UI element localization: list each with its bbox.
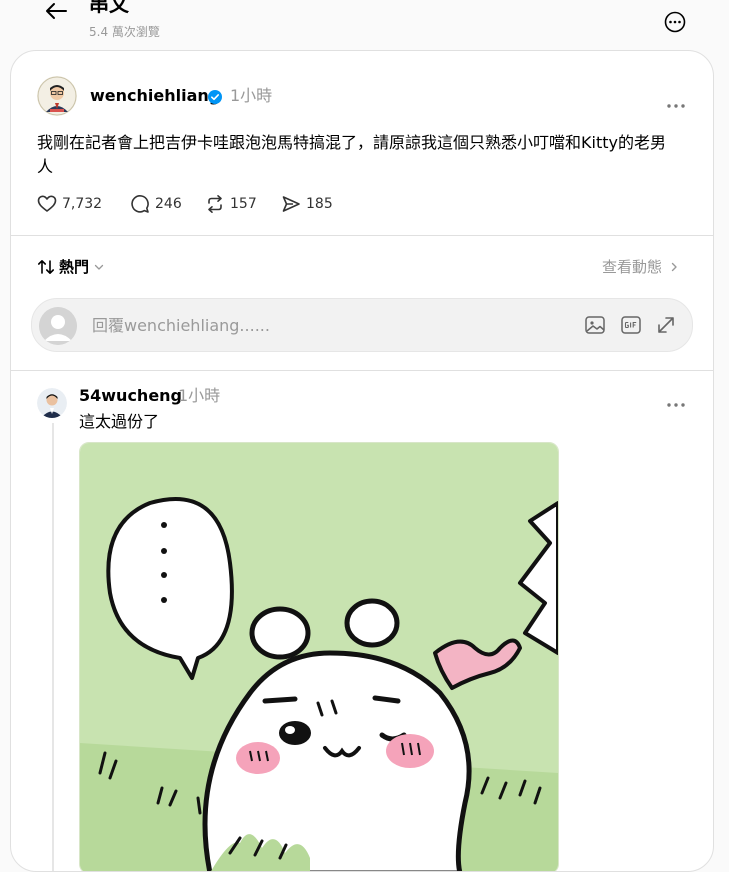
author-avatar[interactable] [37, 76, 77, 116]
post-text: 我剛在記者會上把吉伊卡哇跟泡泡馬特搞混了，請原諒我這個只熟悉小叮噹和Kitty的… [37, 133, 666, 176]
chevron-right-icon [671, 262, 677, 271]
like-count: 7,732 [62, 196, 103, 212]
user-avatar [39, 307, 77, 345]
comment-count: 246 [155, 196, 182, 212]
commenter-username[interactable]: 54wucheng [79, 385, 182, 407]
activity-label: 查看動態 [602, 258, 663, 276]
back-arrow-icon[interactable] [42, 0, 70, 24]
sort-icon [38, 259, 54, 274]
expand-icon[interactable] [655, 314, 677, 336]
sort-label: 熱門 [59, 258, 90, 276]
comment-more-icon[interactable] [666, 393, 686, 407]
page-title: 串文 [89, 0, 129, 16]
gif-icon[interactable] [620, 314, 642, 336]
view-count: 5.4 萬次瀏覽 [89, 25, 160, 39]
post-more-icon[interactable] [666, 94, 686, 108]
thread-card: wenchiehliang 1小時 我剛在記者會上把吉伊卡哇跟泡泡馬特搞混了，請… [10, 50, 714, 872]
post-actions: 7,732 246 157 185 [11, 193, 711, 215]
thread-line [52, 423, 54, 871]
comment-timestamp: 1小時 [178, 386, 221, 405]
heart-icon [37, 195, 57, 212]
image-icon[interactable] [584, 314, 606, 336]
repost-icon [208, 195, 222, 213]
comment-image[interactable] [79, 442, 559, 871]
comment-text: 這太過份了 [79, 412, 160, 431]
divider [11, 370, 713, 371]
verified-badge-icon [208, 89, 222, 104]
repost-button[interactable]: 157 [205, 193, 257, 215]
reply-input[interactable] [92, 313, 562, 337]
like-button[interactable]: 7,732 [37, 193, 102, 215]
commenter-avatar[interactable] [37, 388, 67, 418]
more-options-icon[interactable] [664, 11, 686, 33]
send-icon [282, 196, 300, 212]
post-timestamp: 1小時 [230, 86, 273, 105]
author-username[interactable]: wenchiehliang [90, 85, 220, 107]
comment-icon [131, 195, 149, 213]
repost-count: 157 [230, 196, 257, 212]
chevron-down-icon [94, 264, 104, 270]
comment-button[interactable]: 246 [130, 193, 182, 215]
share-count: 185 [306, 196, 333, 212]
share-button[interactable]: 185 [281, 193, 333, 215]
view-activity-link[interactable]: 查看動態 [602, 256, 680, 277]
sort-dropdown[interactable]: 熱門 [37, 256, 105, 277]
header: 串文 5.4 萬次瀏覽 [0, 0, 729, 50]
reply-composer[interactable] [31, 298, 693, 352]
divider [11, 235, 713, 236]
